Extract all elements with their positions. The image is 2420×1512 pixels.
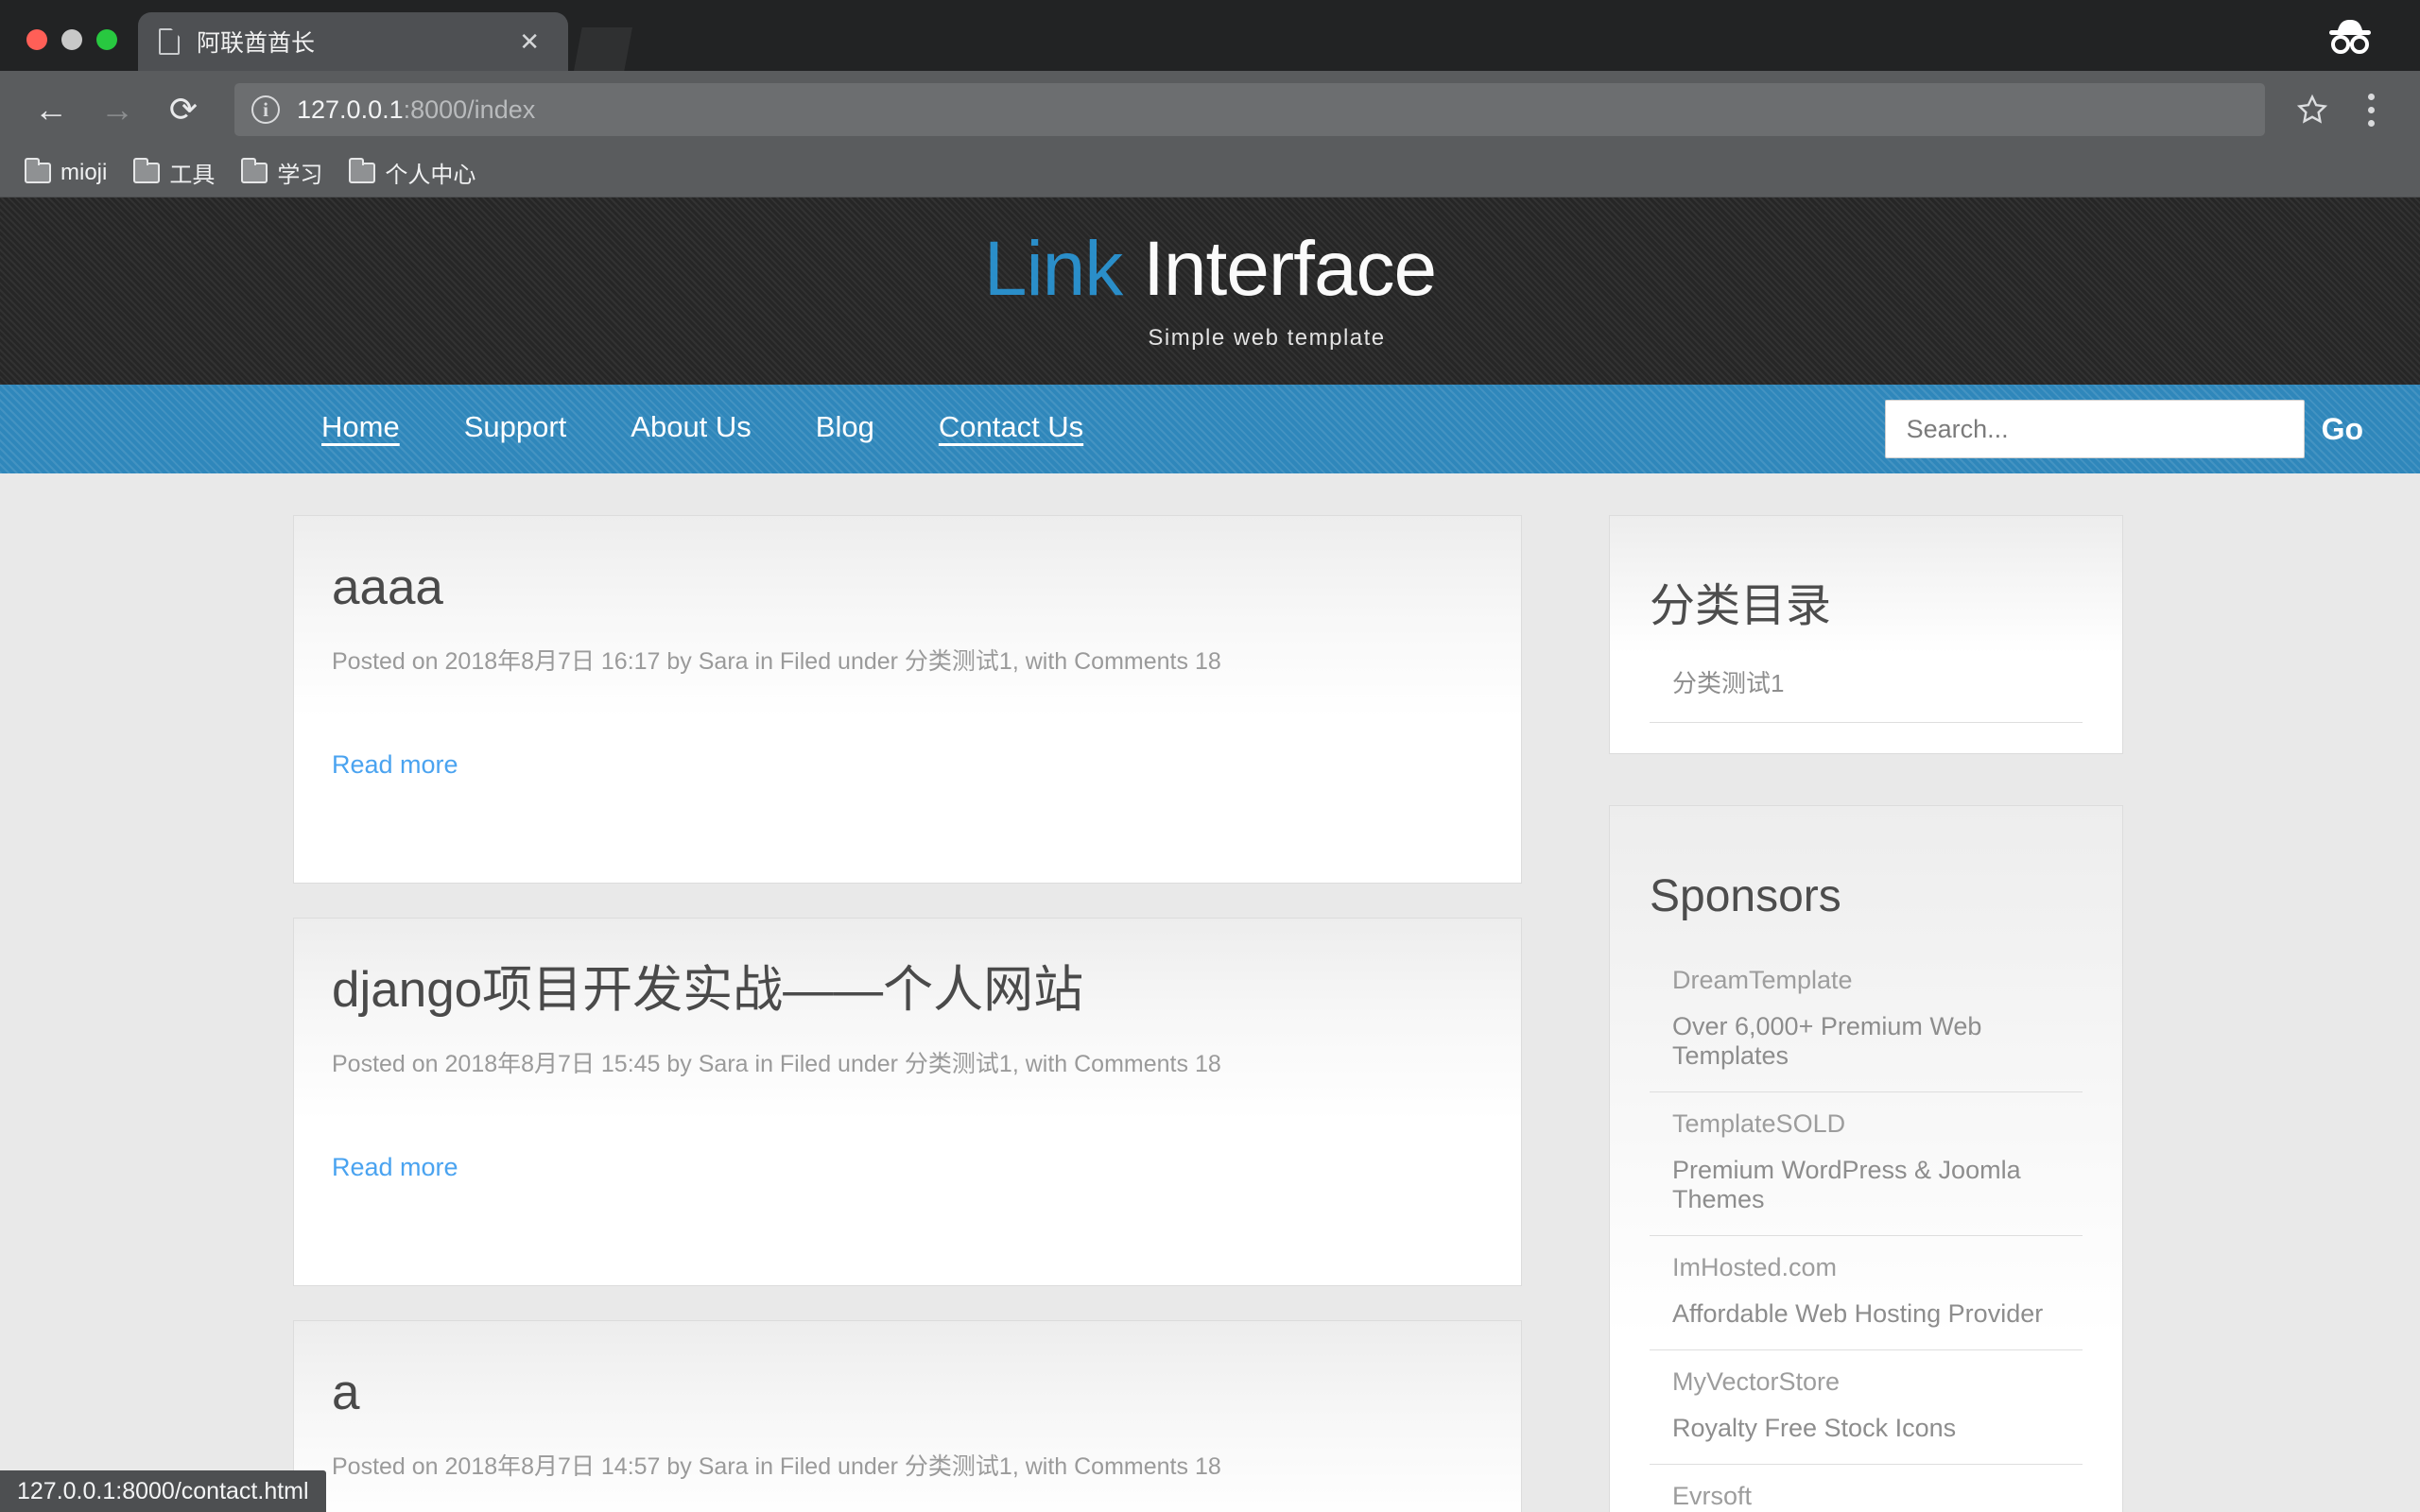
back-arrow-icon[interactable]: ← xyxy=(25,83,78,136)
minimize-window-button[interactable] xyxy=(61,29,82,50)
post-card: aaaa Posted on 2018年8月7日 16:17 by Sara i… xyxy=(293,515,1522,884)
nav-item-support[interactable]: Support xyxy=(464,410,567,448)
sponsor-desc: Affordable Web Hosting Provider xyxy=(1672,1298,2044,1328)
browser-titlebar: 阿联酋酋长 ✕ xyxy=(0,0,2420,71)
page-body: aaaa Posted on 2018年8月7日 16:17 by Sara i… xyxy=(0,473,2420,1512)
tab-strip: 阿联酋酋长 ✕ xyxy=(117,0,632,71)
browser-toolbar: ← → ⟳ i 127.0.0.1:8000/index xyxy=(0,71,2420,148)
bookmark-item-study[interactable]: 学习 xyxy=(241,156,322,189)
post-title[interactable]: django项目开发实战——个人网站 xyxy=(332,962,1483,1020)
folder-icon xyxy=(25,157,51,183)
folder-icon xyxy=(349,157,376,183)
status-bar: 127.0.0.1:8000/contact.html xyxy=(0,1470,326,1512)
categories-widget: 分类目录 分类测试1 xyxy=(1609,515,2123,754)
bookmark-item-tools[interactable]: 工具 xyxy=(133,156,215,189)
sponsor-name: Evrsoft xyxy=(1672,1481,1753,1510)
nav-item-home[interactable]: Home xyxy=(321,410,400,448)
search-input[interactable] xyxy=(1884,400,2305,458)
site-tagline: Simple web template xyxy=(1148,325,1386,351)
browser-window: 阿联酋酋长 ✕ ← → ⟳ i 127.0.0.1:8000/index mio… xyxy=(0,0,2420,1512)
search-area: Go xyxy=(1884,400,2363,458)
post-title[interactable]: a xyxy=(332,1365,1483,1422)
sponsor-name: DreamTemplate xyxy=(1672,965,1853,994)
url-path: :8000/index xyxy=(403,94,536,124)
site-navbar: Home Support About Us Blog Contact Us Go xyxy=(0,385,2420,473)
page-viewport: Link Interface Simple web template Home … xyxy=(0,198,2420,1512)
incognito-icon[interactable] xyxy=(2324,16,2377,54)
sponsor-desc: Over 6,000+ Premium Web Templates xyxy=(1672,1011,1982,1070)
browser-tab[interactable]: 阿联酋酋长 ✕ xyxy=(138,12,568,71)
sponsor-name: MyVectorStore xyxy=(1672,1366,1841,1396)
url-text: 127.0.0.1:8000/index xyxy=(297,95,535,125)
address-bar[interactable]: i 127.0.0.1:8000/index xyxy=(234,83,2265,136)
sponsor-item[interactable]: ImHosted.com Affordable Web Hosting Prov… xyxy=(1650,1236,2083,1350)
info-circle-icon[interactable]: i xyxy=(251,95,280,124)
search-go-button[interactable]: Go xyxy=(2322,412,2363,447)
post-meta: Posted on 2018年8月7日 14:57 by Sara in Fil… xyxy=(332,1452,1221,1480)
forward-arrow-icon[interactable]: → xyxy=(91,83,144,136)
posts-column: aaaa Posted on 2018年8月7日 16:17 by Sara i… xyxy=(293,515,1522,1512)
close-icon[interactable]: ✕ xyxy=(511,26,547,58)
post-meta: Posted on 2018年8月7日 16:17 by Sara in Fil… xyxy=(332,647,1221,675)
sponsor-name: TemplateSOLD xyxy=(1672,1108,1846,1138)
tab-title: 阿联酋酋长 xyxy=(197,30,316,57)
bookmark-label: 工具 xyxy=(169,163,216,188)
nav-item-contact-us[interactable]: Contact Us xyxy=(939,410,1083,448)
status-url-text: 127.0.0.1:8000/contact.html xyxy=(17,1477,309,1504)
page-icon xyxy=(159,28,180,55)
bookmark-item-personal-center[interactable]: 个人中心 xyxy=(349,156,475,189)
bookmark-label: 个人中心 xyxy=(385,163,476,188)
nav-item-blog[interactable]: Blog xyxy=(816,410,874,448)
site-logo[interactable]: Link Interface xyxy=(984,231,1437,308)
sponsors-widget: Sponsors DreamTemplate Over 6,000+ Premi… xyxy=(1609,804,2123,1512)
kebab-menu-icon[interactable] xyxy=(2346,83,2395,136)
widget-title: Sponsors xyxy=(1650,870,1841,921)
sponsor-item[interactable]: MyVectorStore Royalty Free Stock Icons xyxy=(1650,1350,2083,1465)
post-title[interactable]: aaaa xyxy=(332,559,1483,617)
bookmark-item-mioji[interactable]: mioji xyxy=(25,157,108,186)
bookmark-bar: mioji 工具 学习 个人中心 xyxy=(0,148,2420,198)
site-header: Link Interface Simple web template xyxy=(0,198,2420,385)
read-more-link[interactable]: Read more xyxy=(332,1153,458,1182)
url-host: 127.0.0.1 xyxy=(297,94,404,124)
post-card: a Posted on 2018年8月7日 14:57 by Sara in F… xyxy=(293,1320,1522,1512)
nav-item-about-us[interactable]: About Us xyxy=(631,410,752,448)
logo-word-link: Link xyxy=(983,226,1123,312)
folder-icon xyxy=(133,157,161,183)
category-item[interactable]: 分类测试1 xyxy=(1650,659,2083,723)
star-bookmark-icon[interactable] xyxy=(2288,85,2337,134)
post-card: django项目开发实战——个人网站 Posted on 2018年8月7日 1… xyxy=(293,918,1522,1286)
widget-title: 分类目录 xyxy=(1650,581,1832,631)
maximize-window-button[interactable] xyxy=(96,29,117,50)
sponsor-item[interactable]: Evrsoft Website Builder Software & Tools xyxy=(1650,1465,2083,1512)
sponsor-desc: Premium WordPress & Joomla Themes xyxy=(1672,1155,2021,1213)
reload-icon[interactable]: ⟳ xyxy=(157,83,210,136)
sidebar: 分类目录 分类测试1 Sponsors DreamTemplate Over 6… xyxy=(1609,515,2123,1512)
close-window-button[interactable] xyxy=(26,29,47,50)
sponsor-item[interactable]: TemplateSOLD Premium WordPress & Joomla … xyxy=(1650,1092,2083,1236)
logo-word-interface: Interface xyxy=(1143,226,1437,312)
nav-links: Home Support About Us Blog Contact Us xyxy=(321,410,1083,448)
folder-icon xyxy=(241,157,268,183)
bookmark-label: 学习 xyxy=(277,163,323,188)
read-more-link[interactable]: Read more xyxy=(332,750,458,780)
sponsor-desc: Royalty Free Stock Icons xyxy=(1672,1413,1957,1442)
window-controls xyxy=(0,29,117,71)
sponsor-name: ImHosted.com xyxy=(1672,1252,1838,1281)
sponsor-item[interactable]: DreamTemplate Over 6,000+ Premium Web Te… xyxy=(1650,949,2083,1092)
new-tab-icon[interactable] xyxy=(574,27,632,71)
post-meta: Posted on 2018年8月7日 15:45 by Sara in Fil… xyxy=(332,1050,1221,1077)
bookmark-label: mioji xyxy=(60,159,108,185)
